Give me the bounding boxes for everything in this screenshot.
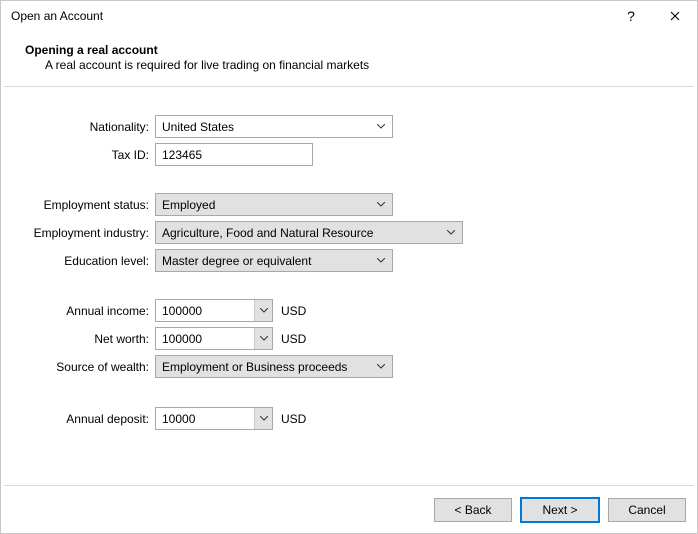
label-tax-id: Tax ID:: [13, 148, 155, 162]
row-employment-industry: Employment industry: Agriculture, Food a…: [13, 221, 661, 244]
row-annual-deposit: Annual deposit: 10000 USD: [13, 407, 661, 430]
back-button[interactable]: < Back: [434, 498, 512, 522]
label-nationality: Nationality:: [13, 120, 155, 134]
annual-income-combo[interactable]: 100000: [155, 299, 273, 322]
source-of-wealth-select[interactable]: Employment or Business proceeds: [155, 355, 393, 378]
help-button[interactable]: ?: [609, 1, 653, 31]
row-nationality: Nationality: United States: [13, 115, 661, 138]
form-body: Nationality: United States Tax ID: 12346…: [1, 87, 697, 485]
net-worth-combo[interactable]: 100000: [155, 327, 273, 350]
cancel-button[interactable]: Cancel: [608, 498, 686, 522]
window-title: Open an Account: [11, 9, 609, 23]
label-employment-status: Employment status:: [13, 198, 155, 212]
currency-suffix: USD: [281, 412, 306, 426]
next-label: Next >: [542, 503, 577, 517]
nationality-select[interactable]: United States: [155, 115, 393, 138]
chevron-down-icon: [254, 328, 272, 349]
close-button[interactable]: [653, 1, 697, 31]
tax-id-input[interactable]: 123465: [155, 143, 313, 166]
footer: < Back Next > Cancel: [4, 485, 694, 533]
page-subheading: A real account is required for live trad…: [25, 58, 673, 72]
back-label: < Back: [454, 503, 491, 517]
help-icon: ?: [627, 8, 635, 24]
label-net-worth: Net worth:: [13, 332, 155, 346]
row-employment-status: Employment status: Employed: [13, 193, 661, 216]
cancel-label: Cancel: [628, 503, 665, 517]
label-employment-industry: Employment industry:: [13, 226, 155, 240]
row-tax-id: Tax ID: 123465: [13, 143, 661, 166]
next-button[interactable]: Next >: [520, 497, 600, 523]
annual-income-value: 100000: [156, 300, 254, 321]
education-level-value: Master degree or equivalent: [162, 254, 374, 268]
chevron-down-icon: [374, 124, 388, 129]
label-annual-income: Annual income:: [13, 304, 155, 318]
row-source-of-wealth: Source of wealth: Employment or Business…: [13, 355, 661, 378]
label-education-level: Education level:: [13, 254, 155, 268]
education-level-select[interactable]: Master degree or equivalent: [155, 249, 393, 272]
chevron-down-icon: [254, 300, 272, 321]
chevron-down-icon: [374, 258, 388, 263]
source-of-wealth-value: Employment or Business proceeds: [162, 360, 374, 374]
employment-status-value: Employed: [162, 198, 374, 212]
tax-id-value: 123465: [162, 148, 202, 162]
employment-status-select[interactable]: Employed: [155, 193, 393, 216]
chevron-down-icon: [374, 364, 388, 369]
net-worth-value: 100000: [156, 328, 254, 349]
row-annual-income: Annual income: 100000 USD: [13, 299, 661, 322]
page-heading: Opening a real account: [25, 43, 673, 57]
employment-industry-value: Agriculture, Food and Natural Resource: [162, 226, 444, 240]
annual-deposit-combo[interactable]: 10000: [155, 407, 273, 430]
chevron-down-icon: [444, 230, 458, 235]
titlebar: Open an Account ?: [1, 1, 697, 31]
label-annual-deposit: Annual deposit:: [13, 412, 155, 426]
chevron-down-icon: [254, 408, 272, 429]
employment-industry-select[interactable]: Agriculture, Food and Natural Resource: [155, 221, 463, 244]
dialog-window: Open an Account ? Opening a real account…: [0, 0, 698, 534]
currency-suffix: USD: [281, 304, 306, 318]
nationality-value: United States: [162, 120, 374, 134]
header: Opening a real account A real account is…: [1, 31, 697, 86]
row-education-level: Education level: Master degree or equiva…: [13, 249, 661, 272]
currency-suffix: USD: [281, 332, 306, 346]
close-icon: [670, 9, 680, 24]
chevron-down-icon: [374, 202, 388, 207]
annual-deposit-value: 10000: [156, 408, 254, 429]
row-net-worth: Net worth: 100000 USD: [13, 327, 661, 350]
label-source-of-wealth: Source of wealth:: [13, 360, 155, 374]
